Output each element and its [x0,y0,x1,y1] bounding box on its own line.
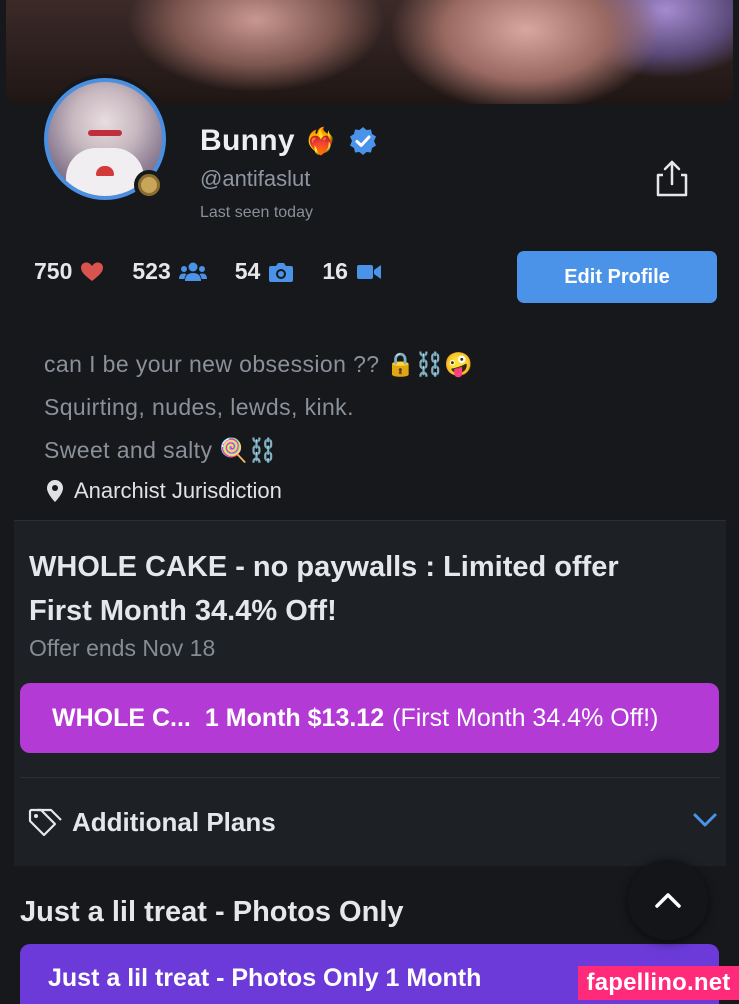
share-icon[interactable] [654,158,690,198]
additional-plans-toggle[interactable]: Additional Plans [28,807,276,838]
subscribe-plan-button[interactable]: WHOLE C... 1 Month $13.12 (First Month 3… [20,683,719,753]
profile-handle: @antifaslut [200,166,311,191]
chevron-down-icon[interactable] [692,811,718,829]
photos-count: 54 [234,258,261,284]
watermark: fapellino.net [578,966,739,1000]
heart-fire-emoji: ❤️‍🔥 [304,126,338,156]
subscribers-count: 523 [132,258,171,284]
divider [20,777,720,778]
heart-icon [81,262,104,281]
profile-stats: 750 523 54 16 [34,258,410,285]
edit-profile-button[interactable]: Edit Profile [517,251,717,303]
last-seen-text: Last seen today [200,204,313,221]
location: Anarchist Jurisdiction [46,478,282,504]
bio-line: Squirting, nudes, lewds, kink. [44,394,354,420]
photos-stat: 54 [235,258,295,285]
avatar-container[interactable] [40,74,170,204]
subscribers-stat: 523 [132,258,207,285]
online-status-icon [134,170,164,200]
offer-ends: Offer ends Nov 18 [29,635,216,661]
profile-name-row: Bunny ❤️‍🔥 [200,124,379,158]
bio-line: Sweet and salty 🍭⛓️ [44,437,278,463]
profile-name: Bunny [200,124,295,157]
videos-count: 16 [322,258,348,284]
verified-badge-icon [350,127,377,155]
plan-duration-price: 1 Month $13.12 [204,703,385,732]
location-pin-icon [47,480,63,502]
offer-title: WHOLE CAKE - no paywalls : Limited offer [29,551,619,583]
likes-stat: 750 [34,258,104,285]
plan-name: WHOLE C... [52,703,191,732]
avatar-choker [88,130,122,136]
videos-stat: 16 [322,258,382,285]
scroll-to-top-button[interactable] [628,860,708,940]
users-icon [178,262,207,281]
plan-discount: (First Month 34.4% Off!) [392,703,659,732]
bio-line: can I be your new obsession ?? 🔒⛓️🤪 [44,351,474,377]
tag-icon [28,808,62,836]
camera-icon [269,262,294,282]
likes-count: 750 [34,258,73,284]
avatar-print [96,166,114,176]
chevron-up-icon [655,893,681,908]
subscription-card: WHOLE CAKE - no paywalls : Limited offer… [14,520,726,866]
location-text: Anarchist Jurisdiction [74,478,282,503]
profile-bio: can I be your new obsession ?? 🔒⛓️🤪 Squi… [44,346,473,475]
plan-section-title: Just a lil treat - Photos Only [20,896,404,928]
video-icon [356,264,381,279]
additional-plans-label: Additional Plans [72,807,276,837]
offer-subtitle: First Month 34.4% Off! [29,595,337,627]
